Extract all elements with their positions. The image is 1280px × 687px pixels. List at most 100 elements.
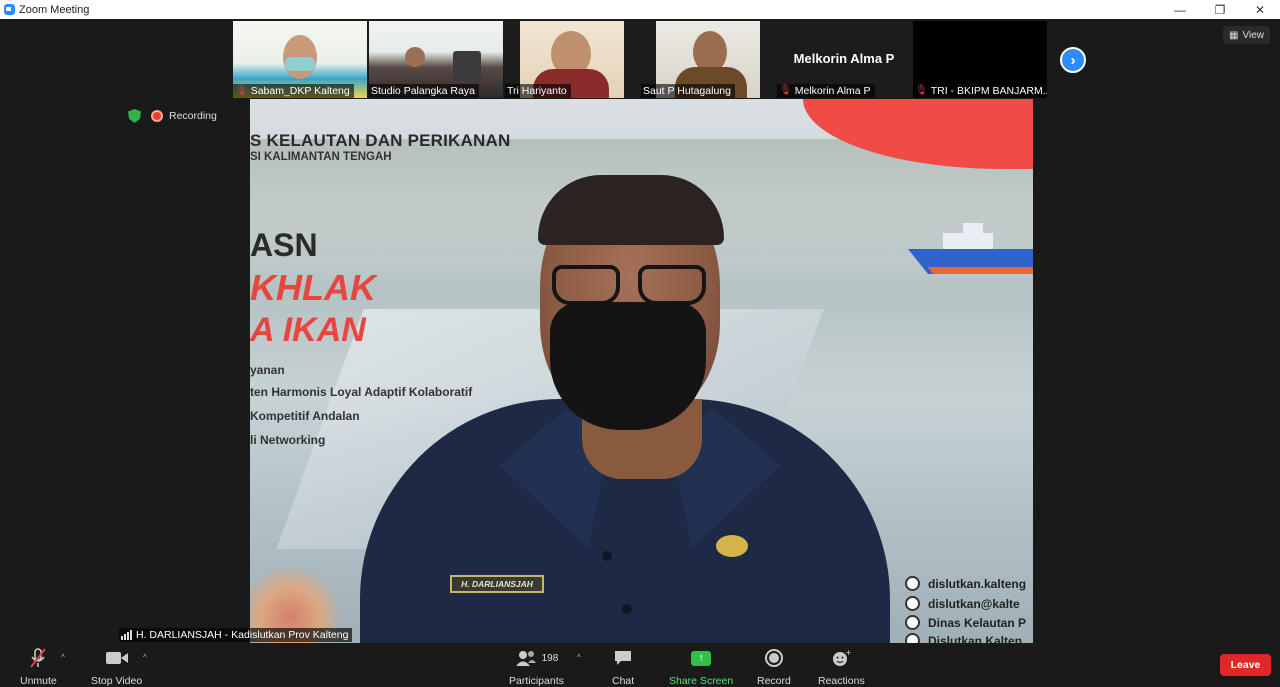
participant-thumbnail[interactable]: Studio Palangka Raya (369, 21, 503, 98)
window-controls: — ❐ ✕ (1160, 0, 1280, 19)
participant-name: Melkorin Alma P (794, 85, 871, 97)
participant-thumbnail[interactable]: 🎙 TRI - BKIPM BANJARM... (913, 21, 1047, 98)
speaker-mask (550, 302, 706, 430)
participant-name-tag: 🎙 TRI - BKIPM BANJARM... (913, 84, 1047, 98)
participants-count: 198 (541, 652, 559, 664)
participant-mask (285, 57, 315, 71)
speaker-nametag: H. DARLIANSJAH (450, 575, 544, 593)
leave-button[interactable]: Leave (1220, 654, 1271, 676)
stop-video-button[interactable]: Stop Video (91, 647, 142, 687)
reactions-button[interactable]: + Reactions (818, 647, 865, 687)
view-button[interactable]: ▦ View (1223, 26, 1270, 44)
participant-name: Studio Palangka Raya (371, 85, 475, 97)
stop-video-label: Stop Video (91, 675, 143, 687)
shield-icon[interactable] (128, 109, 141, 123)
facebook-icon (905, 615, 920, 630)
shirt-button (622, 604, 632, 614)
shirt-button (602, 551, 612, 561)
window-title: Zoom Meeting (19, 3, 90, 16)
participant-thumbnail[interactable]: Tri Hariyanto (505, 21, 639, 98)
contact-text: Dislutkan Kalten (928, 633, 1023, 644)
reactions-label: Reactions (818, 675, 865, 687)
mic-muted-icon: 🎙 (915, 85, 928, 96)
slide-line: yanan (250, 363, 285, 377)
video-camera-icon (105, 647, 129, 669)
youtube-icon (905, 633, 920, 643)
slide-subheading: SI KALIMANTAN TENGAH (250, 151, 392, 163)
slide-akhlak: KHLAK (250, 267, 376, 308)
active-speaker-video[interactable]: S KELAUTAN DAN PERIKANAN SI KALIMANTAN T… (250, 99, 1033, 643)
unmute-button[interactable]: Unmute (20, 647, 57, 687)
participant-video-inset (453, 51, 481, 81)
close-button[interactable]: ✕ (1240, 0, 1280, 19)
slide-heading: S KELAUTAN DAN PERIKANAN (250, 131, 511, 150)
participant-strip: 🎙 Sabam_DKP Kalteng Studio Palangka Raya… (233, 21, 1047, 98)
slide-line: ten Harmonis Loyal Adaptif Kolaboratif (250, 385, 473, 399)
smiley-icon: + (831, 647, 851, 669)
participant-name-tag: Saut P Hutagalung (641, 84, 735, 98)
participant-name-tag: Studio Palangka Raya (369, 84, 479, 98)
contact-text: dislutkan.kalteng (928, 576, 1027, 591)
uniform-badge (716, 535, 748, 557)
slide-line: Kompetitif Andalan (250, 409, 360, 423)
next-page-button[interactable]: › (1060, 47, 1086, 73)
mic-muted-icon (28, 647, 48, 669)
participant-name: Saut P Hutagalung (643, 85, 731, 97)
meeting-toolbar: Unmute ^ Stop Video ^ 198 Participants ^… (0, 645, 1280, 687)
chat-icon (613, 647, 633, 669)
record-icon (764, 647, 784, 669)
globe-icon (905, 576, 920, 591)
active-speaker-label: H. DARLIANSJAH - Kadislutkan Prov Kalten… (119, 628, 353, 642)
minimize-button[interactable]: — (1160, 0, 1200, 19)
title-bar: Zoom Meeting — ❐ ✕ (0, 0, 1280, 19)
unmute-label: Unmute (20, 675, 57, 687)
participant-name: Tri Hariyanto (507, 85, 567, 97)
speaker-glasses (550, 265, 710, 305)
video-options-caret[interactable]: ^ (143, 653, 147, 662)
slide-contact: Dislutkan Kalten (905, 633, 1022, 643)
slide-asn: ASN (250, 227, 318, 263)
email-icon (905, 596, 920, 611)
audio-options-caret[interactable]: ^ (61, 653, 65, 662)
share-screen-icon: ↑ (691, 647, 712, 669)
contact-text: dislutkan@kalte (928, 596, 1020, 611)
share-screen-button[interactable]: ↑ Share Screen (669, 647, 733, 687)
participants-options-caret[interactable]: ^ (577, 653, 581, 662)
participant-name-tag: 🎙 Melkorin Alma P (777, 84, 875, 98)
contact-text: Dinas Kelautan P (928, 615, 1027, 630)
participant-display-name: Melkorin Alma P (793, 51, 895, 66)
participant-thumbnail[interactable]: Saut P Hutagalung (641, 21, 775, 98)
participant-name: TRI - BKIPM BANJARM... (930, 85, 1047, 97)
grid-icon: ▦ (1229, 29, 1239, 41)
participant-thumbnail[interactable]: 🎙 Sabam_DKP Kalteng (233, 21, 367, 98)
slide-contact: dislutkan.kalteng (905, 576, 1026, 591)
participants-button[interactable]: 198 Participants (509, 647, 564, 687)
chat-label: Chat (612, 675, 635, 687)
chat-button[interactable]: Chat (612, 647, 634, 687)
svg-text:+: + (845, 648, 851, 657)
active-speaker-name: H. DARLIANSJAH - Kadislutkan Prov Kalten… (136, 629, 349, 641)
mic-muted-icon: 🎙 (779, 85, 792, 96)
meeting-status: Recording (128, 109, 217, 123)
signal-strength-icon (121, 630, 132, 640)
speaker-hair (538, 175, 724, 245)
zoom-app-icon (4, 4, 15, 15)
slide-contact: Dinas Kelautan P (905, 615, 1026, 630)
share-screen-label: Share Screen (669, 675, 734, 687)
slide-ikan: A IKAN (250, 311, 366, 349)
recording-label: Recording (169, 110, 217, 122)
view-label: View (1242, 29, 1265, 41)
mic-muted-icon: 🎙 (235, 85, 248, 96)
participant-name: Sabam_DKP Kalteng (250, 85, 350, 97)
restore-button[interactable]: ❐ (1200, 0, 1240, 19)
participant-face (405, 47, 425, 67)
ship-graphic (908, 223, 1033, 274)
participants-icon-group: 198 (515, 647, 559, 669)
record-label: Record (757, 675, 791, 687)
participant-thumbnail[interactable]: Melkorin Alma P 🎙 Melkorin Alma P (777, 21, 911, 98)
slide-line: li Networking (250, 433, 326, 447)
participant-name-tag: 🎙 Sabam_DKP Kalteng (233, 84, 354, 98)
record-button[interactable]: Record (757, 647, 791, 687)
participant-name-tag: Tri Hariyanto (505, 84, 571, 98)
chevron-right-icon: › (1070, 51, 1076, 69)
